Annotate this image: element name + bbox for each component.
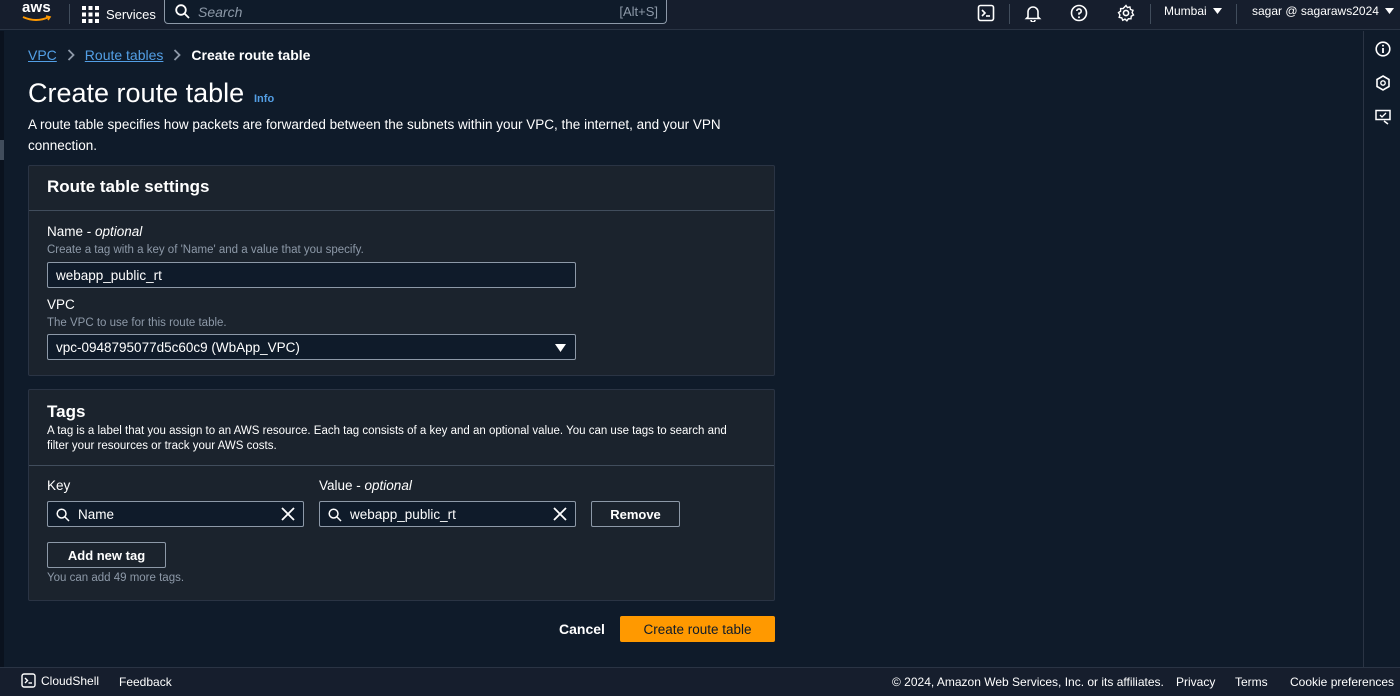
tag-value-value: webapp_public_rt: [350, 507, 456, 522]
search-shortcut: [Alt+S]: [619, 4, 658, 19]
caret-down-icon: [1212, 8, 1222, 14]
panel-header: Route table settings: [29, 166, 774, 211]
tags-remaining-text: You can add 49 more tags.: [47, 572, 185, 584]
left-edge: [0, 31, 4, 667]
caret-down-icon: [555, 344, 566, 352]
privacy-link[interactable]: Privacy: [1176, 675, 1215, 689]
notifications-icon[interactable]: [1023, 3, 1043, 23]
cancel-button[interactable]: Cancel: [559, 621, 605, 637]
feedback-link[interactable]: Feedback: [119, 675, 172, 689]
tag-value-input[interactable]: webapp_public_rt: [319, 501, 576, 527]
cloudshell-icon[interactable]: [976, 3, 996, 23]
search-icon: [56, 508, 70, 522]
tag-value-label: Value - optional: [319, 478, 412, 493]
vpc-select[interactable]: vpc-0948795077d5c60c9 (WbApp_VPC): [47, 334, 576, 360]
tag-key-input[interactable]: Name: [47, 501, 304, 527]
breadcrumb-route-tables-link[interactable]: Route tables: [85, 47, 164, 63]
cookie-preferences-link[interactable]: Cookie preferences: [1290, 675, 1394, 689]
cloudshell-label: CloudShell: [41, 673, 100, 688]
route-table-settings-panel: Route table settings Name - optional Cre…: [28, 165, 775, 376]
grid-icon: [82, 5, 99, 23]
settings-icon[interactable]: [1116, 3, 1136, 23]
caret-down-icon: [1384, 8, 1394, 14]
chevron-right-icon: [67, 49, 75, 61]
copyright-text: © 2024, Amazon Web Services, Inc. or its…: [892, 675, 1164, 689]
account-menu[interactable]: sagar @ sagaraws2024: [1252, 4, 1394, 18]
search-icon: [175, 4, 190, 19]
breadcrumb: VPC Route tables Create route table: [28, 47, 310, 63]
footer: CloudShell Feedback © 2024, Amazon Web S…: [0, 667, 1400, 696]
page-description: A route table specifies how packets are …: [28, 117, 721, 153]
nav-divider: [1009, 4, 1010, 24]
vpc-help-text: The VPC to use for this route table.: [47, 317, 227, 329]
help-icon[interactable]: [1069, 3, 1089, 23]
name-input[interactable]: webapp_public_rt: [47, 262, 576, 288]
nav-divider: [1236, 4, 1237, 24]
region-selector[interactable]: Mumbai: [1164, 4, 1222, 18]
nav-toggle-handle[interactable]: [0, 140, 4, 160]
tags-heading: Tags: [47, 402, 86, 421]
right-utility-rail: [1363, 31, 1400, 667]
aws-smile-icon: [22, 15, 52, 21]
clear-icon[interactable]: [281, 507, 295, 521]
remove-tag-button[interactable]: Remove: [591, 501, 680, 527]
page-title: Create route table: [28, 78, 245, 108]
clear-icon[interactable]: [553, 507, 567, 521]
tag-key-value: Name: [78, 507, 115, 522]
region-label: Mumbai: [1164, 4, 1207, 18]
breadcrumb-current: Create route table: [191, 47, 311, 63]
panel-heading: Route table settings: [47, 177, 210, 196]
chevron-right-icon: [173, 49, 182, 61]
vpc-select-value: vpc-0948795077d5c60c9 (WbApp_VPC): [56, 340, 300, 355]
breadcrumb-vpc-link[interactable]: VPC: [28, 47, 57, 63]
services-label: Services: [106, 6, 156, 22]
search-input[interactable]: Search [Alt+S]: [164, 0, 667, 24]
search-icon: [328, 508, 342, 522]
search-placeholder: Search: [198, 4, 243, 20]
panel-header: Tags A tag is a label that you assign to…: [29, 390, 774, 466]
cloudshell-footer-button[interactable]: CloudShell: [21, 673, 99, 688]
tag-key-label: Key: [47, 478, 71, 493]
services-menu-button[interactable]: Services: [82, 3, 156, 25]
nav-divider: [69, 4, 70, 24]
create-route-table-button[interactable]: Create route table: [620, 616, 775, 642]
name-input-value: webapp_public_rt: [56, 268, 162, 283]
nav-divider: [1150, 4, 1151, 24]
account-label: sagar @ sagaraws2024: [1252, 4, 1379, 18]
aws-logo-text: aws: [22, 0, 51, 16]
terms-link[interactable]: Terms: [1235, 675, 1268, 689]
tags-description: A tag is a label that you assign to an A…: [47, 425, 727, 452]
top-navigation: aws Services Search [Alt+S] Mumbai sagar…: [0, 0, 1400, 30]
add-new-tag-button[interactable]: Add new tag: [47, 542, 166, 568]
cloudshell-icon: [21, 673, 36, 688]
info-panel-icon[interactable]: [1373, 39, 1393, 59]
name-help-text: Create a tag with a key of 'Name' and a …: [47, 244, 364, 256]
hexagon-icon[interactable]: [1373, 73, 1393, 93]
vpc-label: VPC: [47, 297, 75, 312]
aws-logo[interactable]: aws: [22, 0, 54, 27]
info-link[interactable]: Info: [254, 93, 274, 105]
feedback-screen-icon[interactable]: [1373, 107, 1393, 127]
name-label: Name - optional: [47, 224, 143, 239]
tags-panel: Tags A tag is a label that you assign to…: [28, 389, 775, 601]
